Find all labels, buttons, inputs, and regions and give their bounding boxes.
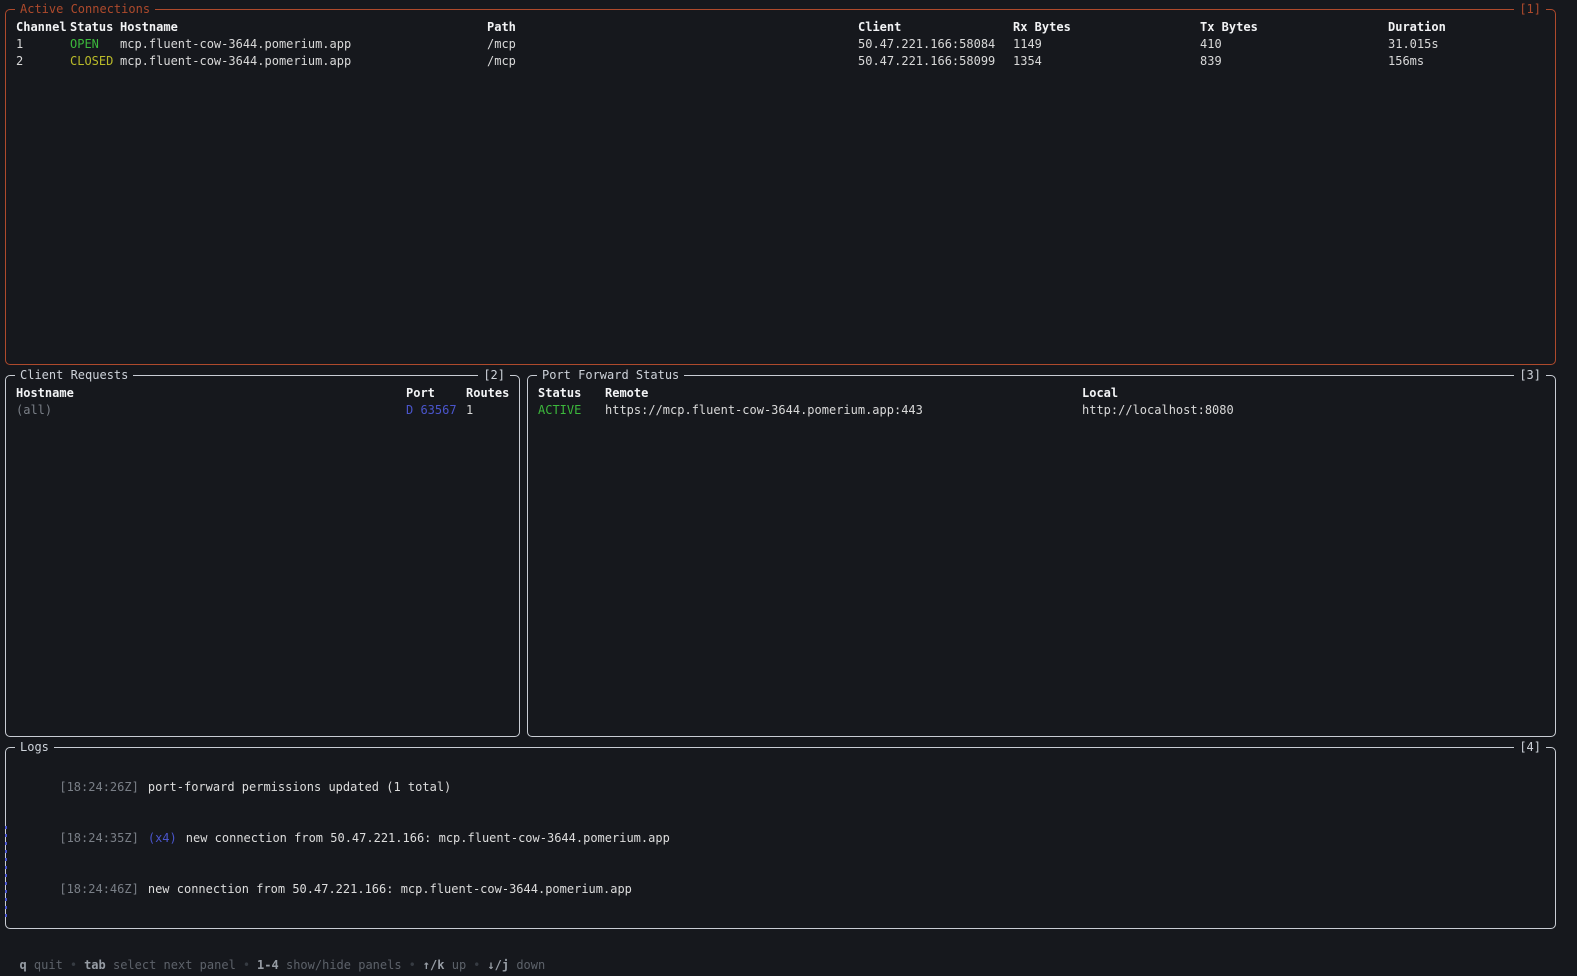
- log-timestamp: [18:24:35Z]: [59, 831, 139, 845]
- col-remote: Remote: [605, 386, 649, 400]
- connection-tx-bytes[interactable]: 410: [1200, 36, 1388, 53]
- col-path: Path: [487, 20, 516, 34]
- forward-status-active[interactable]: ACTIVE: [538, 402, 605, 419]
- col-hostname: Hostname: [16, 386, 74, 400]
- col-channel: Channel: [16, 20, 67, 34]
- connection-duration[interactable]: 156ms: [1388, 53, 1555, 70]
- panel-active-connections-index: [1]: [1514, 1, 1546, 17]
- hotkey-panels: 1-4: [257, 958, 279, 972]
- col-duration: Duration: [1388, 20, 1446, 34]
- panel-client-requests-title: Client Requests: [15, 367, 134, 383]
- log-timestamp: [18:24:46Z]: [59, 882, 139, 896]
- connection-hostname[interactable]: mcp.fluent-cow-3644.pomerium.app: [120, 36, 487, 53]
- connection-hostname[interactable]: mcp.fluent-cow-3644.pomerium.app: [120, 53, 487, 70]
- request-hostname[interactable]: (all): [16, 402, 406, 419]
- connection-client[interactable]: 50.47.221.166:58099: [858, 53, 1013, 70]
- col-client: Client: [858, 20, 902, 34]
- panel-port-forward-status-index: [3]: [1514, 367, 1546, 383]
- hotkey-tab-desc: select next panel: [112, 958, 236, 972]
- hotkey-quit: q: [19, 958, 27, 972]
- hotkey-up: ↑/k: [422, 958, 445, 972]
- col-rx-bytes: Rx Bytes: [1013, 20, 1071, 34]
- separator-dot: •: [408, 958, 416, 972]
- separator-dot: •: [242, 958, 251, 972]
- active-connections-table: Channel Status Hostname Path Client Rx B…: [6, 10, 1555, 70]
- log-message: new connection from 50.47.221.166: mcp.f…: [147, 882, 632, 896]
- col-hostname: Hostname: [120, 20, 178, 34]
- hotkey-tab: tab: [84, 958, 106, 972]
- connection-status-open[interactable]: OPEN: [70, 36, 120, 53]
- log-message: new connection from 50.47.221.166: mcp.f…: [185, 831, 670, 845]
- connection-path[interactable]: /mcp: [487, 36, 858, 53]
- connection-tx-bytes[interactable]: 839: [1200, 53, 1388, 70]
- panel-client-requests-index: [2]: [478, 367, 510, 383]
- separator-dot: •: [473, 958, 481, 972]
- col-local: Local: [1082, 386, 1119, 400]
- log-message: port-forward permissions updated (1 tota…: [147, 780, 452, 794]
- forward-remote-url[interactable]: https://mcp.fluent-cow-3644.pomerium.app…: [605, 402, 1082, 419]
- connection-path[interactable]: /mcp: [487, 53, 858, 70]
- logs-body: [18:24:26Z]active route endpoints update…: [6, 748, 1555, 928]
- panel-client-requests[interactable]: Client Requests [2] Hostname Port Routes…: [5, 367, 520, 737]
- panel-port-forward-status-title: Port Forward Status: [537, 367, 685, 383]
- connection-rx-bytes[interactable]: 1149: [1013, 36, 1200, 53]
- log-timestamp: [18:24:26Z]: [59, 780, 139, 794]
- hotkey-down-desc: down: [516, 958, 546, 972]
- log-repeat-badge: (x4): [147, 831, 177, 845]
- connection-status-closed[interactable]: CLOSED: [70, 53, 120, 70]
- col-status: Status: [70, 20, 114, 34]
- hotkey-up-desc: up: [451, 958, 467, 972]
- hotkey-down: ↓/j: [487, 958, 510, 972]
- forward-local-url[interactable]: http://localhost:8080: [1082, 402, 1555, 419]
- log-line: [18:24:35Z] (x4) new connection from 50.47…: [16, 813, 1555, 864]
- connection-rx-bytes[interactable]: 1354: [1013, 53, 1200, 70]
- panel-active-connections[interactable]: Active Connections [1] Channel Status Ho…: [5, 1, 1556, 365]
- separator-dot: •: [69, 958, 78, 972]
- col-routes: Routes: [466, 386, 510, 400]
- log-line: [18:24:26Z] port-forward permissions upda…: [16, 762, 1555, 813]
- connection-client[interactable]: 50.47.221.166:58084: [858, 36, 1013, 53]
- status-bar: q quit • tab select next panel • 1-4 show/hi…: [0, 932, 1577, 972]
- log-line: [18:24:46Z] new connection from 50.47.221…: [16, 864, 1555, 915]
- table-row[interactable]: 1: [16, 36, 70, 53]
- table-row[interactable]: 2: [16, 53, 70, 70]
- panel-port-forward-status[interactable]: Port Forward Status [3] Status Remote Lo…: [527, 367, 1556, 737]
- request-routes[interactable]: 1: [466, 402, 519, 419]
- hotkey-quit-desc: quit: [33, 958, 63, 972]
- connection-duration[interactable]: 31.015s: [1388, 36, 1555, 53]
- log-line: [18:24:26Z]routes updated (1 total): [16, 748, 1555, 762]
- col-status: Status: [538, 386, 582, 400]
- col-port: Port: [406, 386, 435, 400]
- col-tx-bytes: Tx Bytes: [1200, 20, 1258, 34]
- hotkey-panels-desc: show/hide panels: [285, 958, 402, 972]
- panel-active-connections-title: Active Connections: [15, 1, 156, 17]
- request-port[interactable]: D 63567: [406, 402, 466, 419]
- panel-logs[interactable]: Logs [4] [18:24:26Z]active route endpoin…: [5, 739, 1556, 929]
